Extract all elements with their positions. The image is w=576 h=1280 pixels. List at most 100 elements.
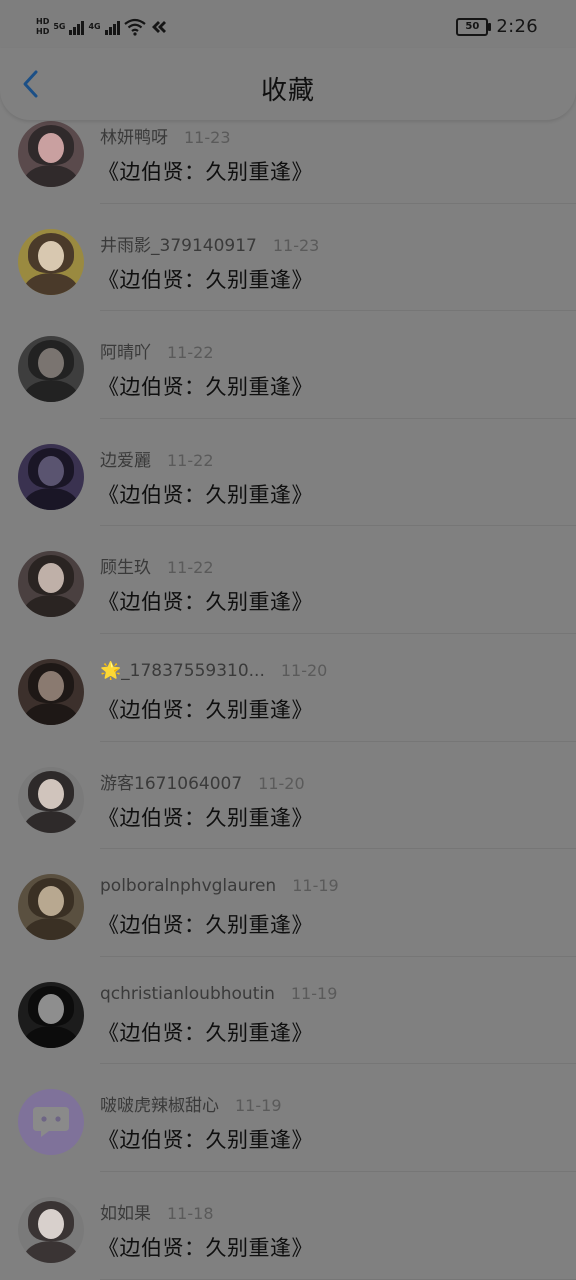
avatar-face	[38, 778, 64, 809]
avatar[interactable]	[18, 981, 84, 1048]
list-item[interactable]: 🌟_17837559310... 11-20 《边伯贤：久别重逢》	[0, 634, 576, 742]
hd-label-2: HD	[36, 27, 50, 36]
date: 11-22	[167, 343, 214, 363]
avatar-shoulders	[24, 810, 78, 833]
4g-label: 4G	[88, 22, 101, 31]
avatar[interactable]	[18, 874, 84, 941]
avatar-shoulders	[24, 272, 78, 295]
avatar-face	[38, 348, 64, 379]
item-meta: 井雨影_379140917 11-23	[100, 231, 319, 256]
avatar[interactable]	[18, 121, 84, 187]
signal-2-icon	[104, 19, 120, 35]
date: 11-22	[167, 558, 214, 578]
username[interactable]: 顾生玖	[100, 553, 151, 578]
username[interactable]: polboralnphvglauren	[100, 876, 276, 896]
list-item[interactable]: 顾生玖 11-22 《边伯贤：久别重逢》	[0, 526, 576, 634]
avatar-shoulders	[24, 1240, 78, 1263]
avatar[interactable]	[18, 551, 84, 618]
item-meta: 如如果 11-18	[100, 1199, 214, 1224]
avatar-shoulders	[24, 702, 78, 725]
date: 11-19	[292, 876, 339, 896]
avatar-face	[38, 886, 64, 917]
list-item[interactable]: 边爱麗 11-22 《边伯贤：久别重逢》	[0, 419, 576, 527]
favorite-title[interactable]: 《边伯贤：久别重逢》	[98, 264, 313, 294]
avatar-shoulders	[24, 918, 78, 941]
status-icons-right: 50 2:26	[456, 16, 538, 37]
item-meta: qchristianloubhoutin 11-19	[100, 984, 337, 1004]
date: 11-20	[258, 773, 305, 793]
list-item[interactable]: 游客1671064007 11-20 《边伯贤：久别重逢》	[0, 742, 576, 850]
item-meta: 啵啵虎辣椒甜心 11-19	[100, 1091, 282, 1116]
favorite-title[interactable]: 《边伯贤：久别重逢》	[98, 694, 313, 724]
avatar[interactable]	[18, 658, 84, 725]
signal-1-icon	[69, 19, 85, 35]
status-icons-left: HD HD 5G 4G	[36, 14, 168, 40]
item-meta: 🌟_17837559310... 11-20	[100, 661, 327, 681]
avatar-face	[38, 670, 64, 701]
item-meta: 边爱麗 11-22	[100, 446, 214, 471]
avatar-shoulders	[24, 1025, 78, 1048]
avatar-face	[38, 240, 64, 271]
favorite-title[interactable]: 《边伯贤：久别重逢》	[98, 1017, 313, 1047]
favorite-title[interactable]: 《边伯贤：久别重逢》	[98, 586, 313, 616]
avatar-shoulders	[24, 165, 78, 187]
5g-label: 5G	[53, 22, 66, 31]
favorite-title[interactable]: 《边伯贤：久别重逢》	[98, 909, 313, 939]
username[interactable]: 林妍鸭呀	[100, 123, 168, 148]
username[interactable]: 如如果	[100, 1199, 151, 1224]
favorite-title[interactable]: 《边伯贤：久别重逢》	[98, 371, 313, 401]
wifi-icon	[123, 18, 146, 36]
avatar[interactable]	[18, 336, 84, 403]
username[interactable]: 游客1671064007	[100, 769, 242, 794]
favorite-title[interactable]: 《边伯贤：久别重逢》	[98, 156, 313, 186]
date: 11-18	[167, 1203, 214, 1223]
nfc-icon	[151, 21, 166, 33]
list-item[interactable]: 如如果 11-18 《边伯贤：久别重逢》	[0, 1172, 576, 1280]
default-avatar-icon	[33, 1107, 69, 1138]
avatar-face	[38, 133, 64, 163]
date: 11-19	[235, 1096, 282, 1116]
username[interactable]: 阿晴吖	[100, 338, 151, 363]
item-meta: 林妍鸭呀 11-23	[100, 123, 231, 148]
favorite-title[interactable]: 《边伯贤：久别重逢》	[98, 1232, 313, 1262]
date: 11-19	[290, 983, 338, 1003]
date: 11-20	[280, 660, 328, 680]
avatar-face	[38, 455, 64, 486]
favorite-title[interactable]: 《边伯贤：久别重逢》	[98, 802, 313, 832]
username[interactable]: qchristianloubhoutin	[100, 984, 275, 1004]
username[interactable]: 井雨影_379140917	[100, 231, 257, 256]
list-item[interactable]: 啵啵虎辣椒甜心 11-19 《边伯贤：久别重逢》	[0, 1064, 576, 1172]
username[interactable]: 啵啵虎辣椒甜心	[100, 1091, 219, 1116]
list-item[interactable]: 井雨影_379140917 11-23 《边伯贤：久别重逢》	[0, 204, 576, 312]
avatar-shoulders	[24, 595, 78, 618]
header-bar: 收藏	[0, 48, 576, 120]
item-meta: 游客1671064007 11-20	[100, 769, 305, 794]
favorites-list: 林妍鸭呀 11-23 《边伯贤：久别重逢》 井雨影_379140917 11-23 《边伯…	[0, 96, 576, 1280]
date: 11-23	[184, 128, 231, 147]
favorite-title[interactable]: 《边伯贤：久别重逢》	[98, 479, 313, 509]
favorite-title[interactable]: 《边伯贤：久别重逢》	[98, 1124, 313, 1154]
avatar[interactable]	[18, 1089, 84, 1156]
avatar-shoulders	[24, 380, 78, 403]
username[interactable]: 边爱麗	[100, 446, 151, 471]
avatar[interactable]	[18, 1196, 84, 1263]
avatar-face	[38, 1208, 64, 1239]
item-meta: 顾生玖 11-22	[100, 553, 214, 578]
hd-label-1: HD	[36, 17, 50, 26]
clock: 2:26	[496, 16, 538, 37]
username[interactable]: 🌟_17837559310...	[100, 661, 265, 681]
list-item[interactable]: polboralnphvglauren 11-19 《边伯贤：久别重逢》	[0, 849, 576, 957]
list-item[interactable]: qchristianloubhoutin 11-19 《边伯贤：久别重逢》	[0, 957, 576, 1065]
date: 11-23	[272, 235, 320, 255]
list-item[interactable]: 阿晴吖 11-22 《边伯贤：久别重逢》	[0, 311, 576, 419]
avatar[interactable]	[18, 443, 84, 510]
avatar-face	[38, 993, 64, 1024]
hd-indicator: HD HD	[36, 18, 49, 36]
avatar[interactable]	[18, 228, 84, 295]
page-title: 收藏	[260, 76, 315, 106]
item-meta: polboralnphvglauren 11-19	[100, 876, 339, 896]
avatar-shoulders	[24, 487, 78, 510]
avatar[interactable]	[18, 766, 84, 833]
date: 11-22	[167, 450, 214, 470]
item-meta: 阿晴吖 11-22	[100, 338, 214, 363]
